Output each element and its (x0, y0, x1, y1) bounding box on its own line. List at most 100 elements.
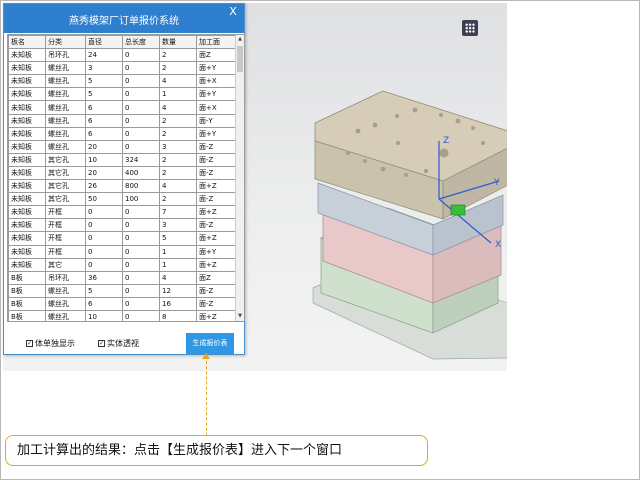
col-header[interactable]: 直径 (85, 35, 123, 50)
table-row[interactable]: 未知板 螺丝孔 6 0 4 面+X (8, 100, 237, 115)
table-cell: 0 (122, 244, 160, 259)
table-cell: 未知板 (8, 113, 46, 128)
table-cell: 20 (85, 165, 123, 181)
table-cell: 50 (85, 192, 123, 207)
table-cell: 面+X (196, 100, 237, 115)
table-cell: 面-Z (196, 296, 237, 311)
table-cell: 面+Z (196, 179, 237, 194)
table-cell: 0 (122, 257, 160, 272)
table-row[interactable]: 未知板 其它孔 10 324 2 面-Z (8, 152, 237, 167)
result-table-container: 板名 分类 直径 总长度 数量 加工面 未知板 吊环孔 24 0 2 面Z 未知板 螺丝孔 3 0… (7, 34, 245, 322)
generate-quote-button[interactable]: 生成报价表 (186, 333, 234, 354)
checkbox-checked-icon[interactable]: ✓ (26, 340, 33, 347)
table-cell: 10 (85, 309, 123, 321)
grid-icon[interactable] (462, 20, 478, 36)
table-cell: 7 (159, 205, 197, 220)
table-row[interactable]: 未知板 螺丝孔 5 0 4 面+X (8, 74, 237, 89)
table-cell: 其它孔 (45, 152, 86, 167)
table-row[interactable]: 未知板 开框 0 0 1 面+Y (8, 244, 237, 259)
table-cell: 未知板 (8, 257, 46, 272)
solid-transparent-label: 实体透视 (107, 339, 139, 348)
table-row[interactable]: 未知板 其它孔 50 100 2 面-Z (8, 192, 237, 207)
table-row[interactable]: 未知板 开框 0 0 5 面+Z (8, 231, 237, 246)
table-cell: 0 (122, 100, 160, 115)
vertical-scrollbar[interactable]: ▲ ▼ (235, 35, 244, 321)
table-cell: 未知板 (8, 152, 46, 167)
show-single-checkbox[interactable]: ✓ 体单独显示 (26, 338, 75, 349)
table-cell: 0 (122, 61, 160, 76)
table-cell: 5 (159, 231, 197, 246)
callout-line (206, 356, 207, 441)
instruction-callout: 加工计算出的结果：点击【生成报价表】进入下一个窗口 (5, 435, 428, 466)
table-row[interactable]: 未知板 其它孔 20 400 2 面-Z (8, 165, 237, 181)
table-cell: 3 (159, 218, 197, 233)
table-row[interactable]: B板 吊环孔 36 0 4 面Z (8, 270, 237, 285)
table-cell: 未知板 (8, 192, 46, 207)
col-header[interactable]: 板名 (8, 35, 46, 50)
table-row[interactable]: 未知板 螺丝孔 5 0 1 面+Y (8, 87, 237, 102)
table-cell: 未知板 (8, 139, 46, 154)
table-row[interactable]: 未知板 吊环孔 24 0 2 面Z (8, 48, 237, 63)
table-row[interactable]: 未知板 其它孔 26 800 4 面+Z (8, 179, 237, 194)
table-cell: 2 (159, 113, 197, 128)
table-cell: 面+Z (196, 205, 237, 220)
table-cell: 2 (159, 192, 197, 207)
table-cell: 开框 (45, 231, 86, 246)
table-cell: 未知板 (8, 48, 46, 63)
table-cell: 26 (85, 179, 123, 194)
table-cell: 36 (85, 270, 123, 285)
dialog-title: 燕秀模架厂订单报价系统 (69, 16, 179, 27)
table-cell: 6 (85, 126, 123, 141)
table-cell: 未知板 (8, 87, 46, 102)
table-cell: 螺丝孔 (45, 74, 86, 89)
scroll-thumb[interactable] (237, 46, 243, 72)
table-cell: 螺丝孔 (45, 100, 86, 115)
table-row[interactable]: 未知板 螺丝孔 20 0 3 面-Z (8, 139, 237, 154)
table-cell: 面-Z (196, 152, 237, 167)
table-cell: B板 (8, 283, 46, 298)
table-cell: 2 (159, 61, 197, 76)
table-cell: 10 (85, 152, 123, 167)
table-row[interactable]: 未知板 开框 0 0 7 面+Z (8, 205, 237, 220)
close-icon[interactable]: X (222, 4, 244, 20)
table-row[interactable]: B板 螺丝孔 5 0 12 面-Z (8, 283, 237, 298)
table-cell: 0 (122, 296, 160, 311)
table-row[interactable]: 未知板 其它 0 0 1 面+Z (8, 257, 237, 272)
table-row[interactable]: B板 螺丝孔 10 0 8 面+Z (8, 309, 237, 321)
table-cell: 0 (85, 244, 123, 259)
scroll-up-icon[interactable]: ▲ (236, 35, 244, 44)
solid-transparent-checkbox[interactable]: ✓ 实体透视 (98, 338, 139, 349)
table-row[interactable]: B板 螺丝孔 6 0 16 面-Z (8, 296, 237, 311)
table-cell: 3 (159, 139, 197, 154)
table-cell: 6 (85, 296, 123, 311)
table-cell: 面-Z (196, 192, 237, 207)
checkbox-checked-icon[interactable]: ✓ (98, 340, 105, 347)
table-cell: 面+X (196, 74, 237, 89)
table-cell: 0 (122, 309, 160, 321)
table-cell: 6 (85, 100, 123, 115)
table-cell: 未知板 (8, 100, 46, 115)
table-cell: 2 (159, 48, 197, 63)
table-row[interactable]: 未知板 螺丝孔 6 0 2 面-Y (8, 113, 237, 128)
table-cell: 未知板 (8, 205, 46, 220)
col-header[interactable]: 总长度 (122, 35, 160, 50)
col-header[interactable]: 数量 (159, 35, 197, 50)
col-header[interactable]: 加工面 (196, 35, 237, 50)
table-cell: 其它孔 (45, 165, 86, 181)
table-cell: 400 (122, 165, 160, 181)
table-cell: 未知板 (8, 74, 46, 89)
table-cell: 开框 (45, 205, 86, 220)
table-row[interactable]: 未知板 螺丝孔 3 0 2 面+Y (8, 61, 237, 76)
quote-dialog: 燕秀模架厂订单报价系统 X 板名 分类 直径 总长度 数量 加工面 未知板 吊环孔… (3, 3, 245, 355)
table-header: 板名 分类 直径 总长度 数量 加工面 (8, 35, 237, 50)
table-cell: 1 (159, 257, 197, 272)
scroll-down-icon[interactable]: ▼ (236, 312, 244, 321)
table-cell: 面+Y (196, 244, 237, 259)
col-header[interactable]: 分类 (45, 35, 86, 50)
table-row[interactable]: 未知板 螺丝孔 6 0 2 面+Y (8, 126, 237, 141)
table-cell: 2 (159, 165, 197, 181)
table-cell: 其它 (45, 257, 86, 272)
table-cell: 2 (159, 152, 197, 167)
title-bar: 燕秀模架厂订单报价系统 X (4, 4, 244, 33)
table-row[interactable]: 未知板 开框 0 0 3 面-Z (8, 218, 237, 233)
